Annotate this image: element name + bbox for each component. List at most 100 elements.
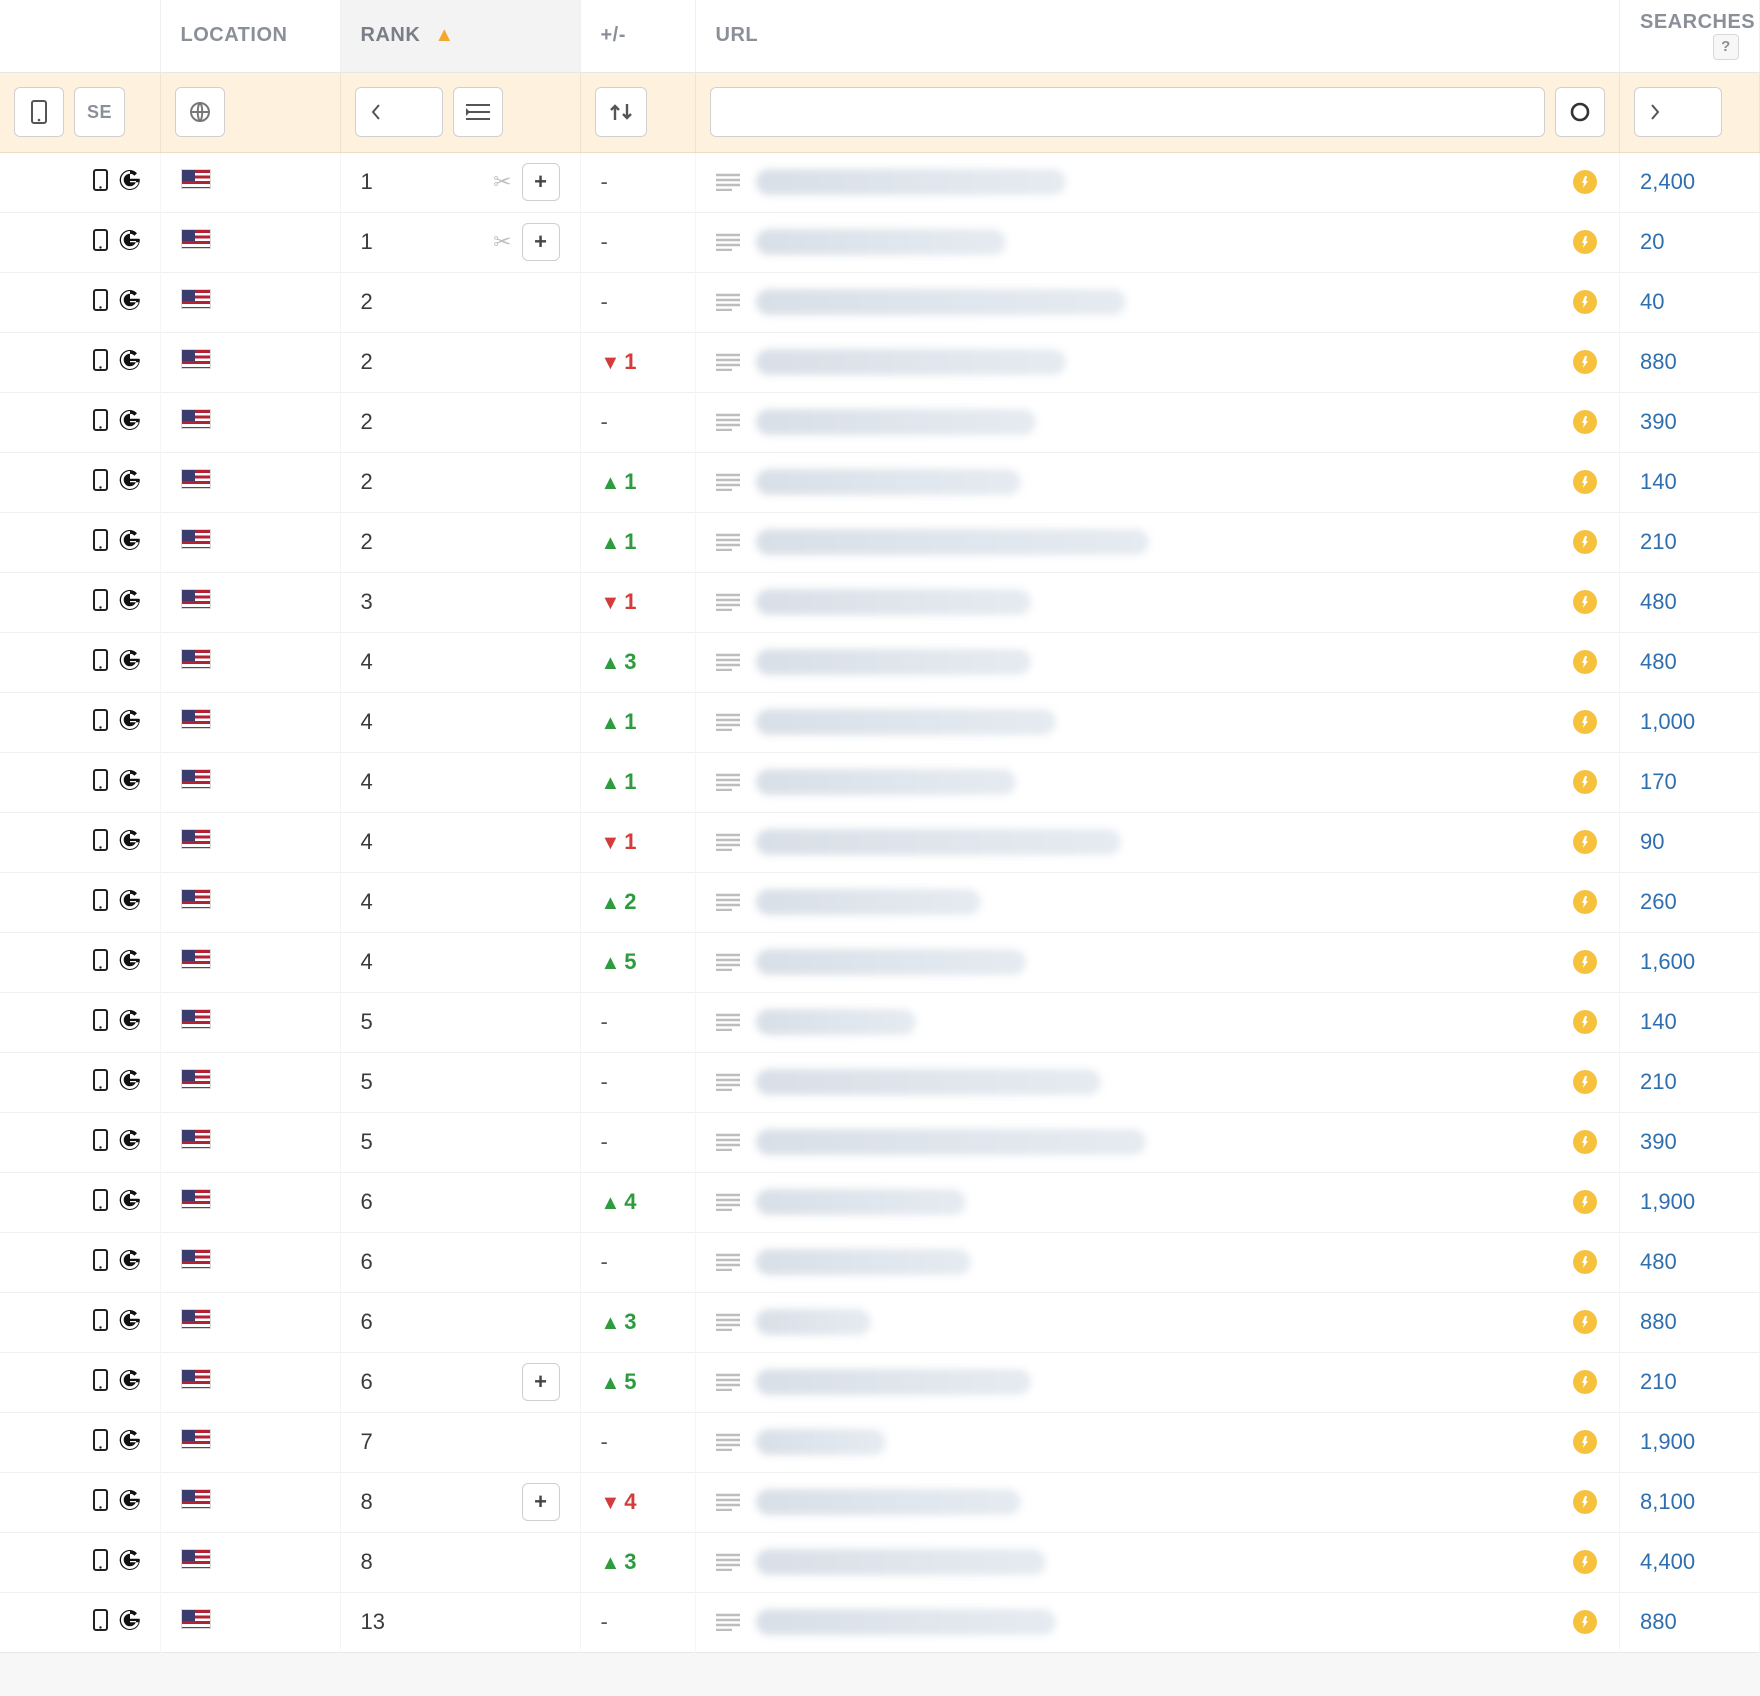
searches-value[interactable]: 880 (1640, 349, 1677, 374)
lightbulb-icon[interactable] (1571, 708, 1599, 736)
lightbulb-icon[interactable] (1571, 1608, 1599, 1636)
searches-value[interactable]: 140 (1640, 469, 1677, 494)
rank-filter-button[interactable] (355, 87, 443, 137)
lightbulb-icon[interactable] (1571, 1008, 1599, 1036)
searches-cell[interactable]: 40 (1620, 272, 1760, 332)
add-button[interactable]: + (522, 163, 560, 201)
delta-filter-button[interactable] (595, 87, 647, 137)
searches-value[interactable]: 880 (1640, 1309, 1677, 1334)
table-row: 2▲1140 (0, 452, 1760, 512)
lightbulb-icon[interactable] (1571, 888, 1599, 916)
searches-cell[interactable]: 20 (1620, 212, 1760, 272)
url-filter-submit[interactable] (1555, 87, 1605, 137)
searches-value[interactable]: 480 (1640, 649, 1677, 674)
lightbulb-icon[interactable] (1571, 168, 1599, 196)
lightbulb-icon[interactable] (1571, 1308, 1599, 1336)
searches-value[interactable]: 140 (1640, 1009, 1677, 1034)
searches-cell[interactable]: 140 (1620, 992, 1760, 1052)
searches-value[interactable]: 1,600 (1640, 949, 1695, 974)
searches-cell[interactable]: 1,900 (1620, 1412, 1760, 1472)
searches-value[interactable]: 1,900 (1640, 1429, 1695, 1454)
searches-cell[interactable]: 8,100 (1620, 1472, 1760, 1532)
header-searches[interactable]: SEARCHES ? (1620, 0, 1760, 72)
lightbulb-icon[interactable] (1571, 1188, 1599, 1216)
searches-value[interactable]: 20 (1640, 229, 1664, 254)
lightbulb-icon[interactable] (1571, 1068, 1599, 1096)
lightbulb-icon[interactable] (1571, 648, 1599, 676)
searches-cell[interactable]: 390 (1620, 392, 1760, 452)
searches-cell[interactable]: 210 (1620, 1052, 1760, 1112)
searches-cell[interactable]: 880 (1620, 1292, 1760, 1352)
url-cell (695, 332, 1620, 392)
lightbulb-icon[interactable] (1571, 288, 1599, 316)
searches-cell[interactable]: 480 (1620, 572, 1760, 632)
header-rank[interactable]: RANK ▲ (340, 0, 580, 72)
searches-value[interactable]: 480 (1640, 589, 1677, 614)
lightbulb-icon[interactable] (1571, 588, 1599, 616)
searches-cell[interactable]: 390 (1620, 1112, 1760, 1172)
location-filter-button[interactable] (175, 87, 225, 137)
searches-value[interactable]: 390 (1640, 409, 1677, 434)
searches-value[interactable]: 90 (1640, 829, 1664, 854)
lightbulb-icon[interactable] (1571, 1368, 1599, 1396)
lightbulb-icon[interactable] (1571, 408, 1599, 436)
lightbulb-icon[interactable] (1571, 1128, 1599, 1156)
us-flag-icon (181, 229, 211, 249)
searches-value[interactable]: 210 (1640, 1069, 1677, 1094)
header-delta[interactable]: +/- (580, 0, 695, 72)
searches-value[interactable]: 390 (1640, 1129, 1677, 1154)
searches-cell[interactable]: 140 (1620, 452, 1760, 512)
searches-cell[interactable]: 260 (1620, 872, 1760, 932)
lightbulb-icon[interactable] (1571, 348, 1599, 376)
searches-value[interactable]: 480 (1640, 1249, 1677, 1274)
url-filter-input[interactable] (710, 87, 1546, 137)
searches-filter-button[interactable] (1634, 87, 1722, 137)
lightbulb-icon[interactable] (1571, 1248, 1599, 1276)
searches-value[interactable]: 260 (1640, 889, 1677, 914)
lightbulb-icon[interactable] (1571, 1548, 1599, 1576)
searches-value[interactable]: 1,000 (1640, 709, 1695, 734)
searches-cell[interactable]: 1,900 (1620, 1172, 1760, 1232)
searches-cell[interactable]: 90 (1620, 812, 1760, 872)
searches-value[interactable]: 210 (1640, 1369, 1677, 1394)
url-cell (695, 1052, 1620, 1112)
lightbulb-icon[interactable] (1571, 228, 1599, 256)
searches-value[interactable]: 880 (1640, 1609, 1677, 1634)
searches-value[interactable]: 4,400 (1640, 1549, 1695, 1574)
searches-value[interactable]: 170 (1640, 769, 1677, 794)
lightbulb-icon[interactable] (1571, 948, 1599, 976)
add-button[interactable]: + (522, 223, 560, 261)
header-location[interactable]: LOCATION (160, 0, 340, 72)
search-engine-filter-button[interactable]: SE (74, 87, 125, 137)
searches-cell[interactable]: 2,400 (1620, 152, 1760, 212)
searches-value[interactable]: 2,400 (1640, 169, 1695, 194)
add-button[interactable]: + (522, 1363, 560, 1401)
searches-cell[interactable]: 880 (1620, 1592, 1760, 1652)
help-icon[interactable]: ? (1713, 34, 1739, 60)
lightbulb-icon[interactable] (1571, 468, 1599, 496)
searches-cell[interactable]: 210 (1620, 1352, 1760, 1412)
rank-list-button[interactable] (453, 87, 503, 137)
rank-value: 4 (361, 709, 373, 735)
add-button[interactable]: + (522, 1483, 560, 1521)
searches-value[interactable]: 1,900 (1640, 1189, 1695, 1214)
header-url[interactable]: URL (695, 0, 1620, 72)
lightbulb-icon[interactable] (1571, 528, 1599, 556)
delta-cell: - (580, 1112, 695, 1172)
searches-cell[interactable]: 4,400 (1620, 1532, 1760, 1592)
searches-cell[interactable]: 480 (1620, 632, 1760, 692)
searches-cell[interactable]: 1,600 (1620, 932, 1760, 992)
lightbulb-icon[interactable] (1571, 1488, 1599, 1516)
searches-cell[interactable]: 880 (1620, 332, 1760, 392)
searches-cell[interactable]: 210 (1620, 512, 1760, 572)
device-filter-button[interactable] (14, 87, 64, 137)
searches-cell[interactable]: 1,000 (1620, 692, 1760, 752)
searches-cell[interactable]: 170 (1620, 752, 1760, 812)
searches-value[interactable]: 8,100 (1640, 1489, 1695, 1514)
lightbulb-icon[interactable] (1571, 1428, 1599, 1456)
lightbulb-icon[interactable] (1571, 828, 1599, 856)
lightbulb-icon[interactable] (1571, 768, 1599, 796)
searches-value[interactable]: 40 (1640, 289, 1664, 314)
searches-value[interactable]: 210 (1640, 529, 1677, 554)
searches-cell[interactable]: 480 (1620, 1232, 1760, 1292)
